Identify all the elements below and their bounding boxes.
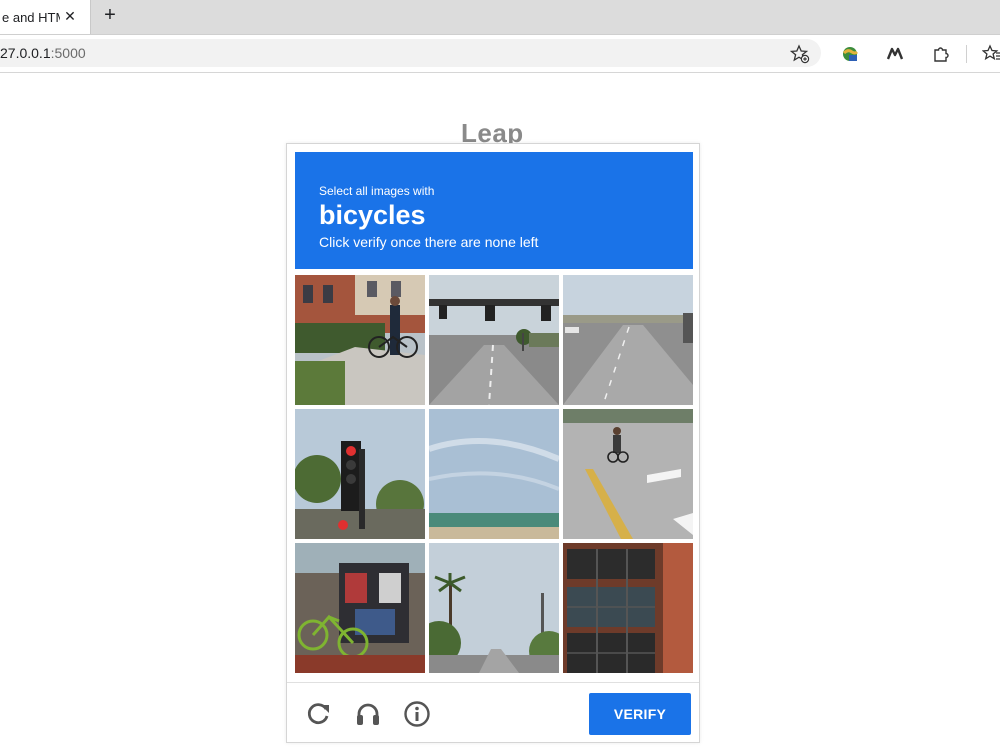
- extension-globe-icon[interactable]: [840, 44, 860, 64]
- address-bar[interactable]: 27.0.0.1:5000: [0, 39, 821, 67]
- captcha-challenge: Select all images with bicycles Click ve…: [286, 143, 700, 743]
- audio-challenge-icon[interactable]: [353, 699, 383, 729]
- address-host: 27.0.0.1: [0, 45, 51, 61]
- close-tab-icon[interactable]: ✕: [62, 8, 78, 24]
- captcha-tile-1[interactable]: [295, 275, 425, 405]
- new-tab-button[interactable]: +: [100, 5, 120, 26]
- captcha-tile-4[interactable]: [295, 409, 425, 539]
- captcha-prompt: Select all images with: [319, 184, 435, 198]
- captcha-tile-6[interactable]: [563, 409, 693, 539]
- captcha-image-grid: [295, 275, 695, 675]
- captcha-header: Select all images with bicycles Click ve…: [295, 152, 693, 269]
- reload-icon[interactable]: [303, 699, 333, 729]
- captcha-instruction: Click verify once there are none left: [319, 234, 539, 250]
- browser-toolbar: 27.0.0.1:5000: [0, 35, 1000, 73]
- verify-button[interactable]: VERIFY: [589, 693, 691, 735]
- browser-tab[interactable]: e and HTML ✕: [0, 0, 91, 34]
- captcha-tile-7[interactable]: [295, 543, 425, 673]
- captcha-target: bicycles: [319, 200, 426, 230]
- address-text: 27.0.0.1:5000: [0, 45, 86, 61]
- tab-title: e and HTML: [2, 9, 60, 25]
- extensions-puzzle-icon[interactable]: [931, 44, 951, 64]
- info-icon[interactable]: [402, 699, 432, 729]
- toolbar-divider: [966, 45, 967, 63]
- captcha-tile-5[interactable]: [429, 409, 559, 539]
- captcha-tile-2[interactable]: [429, 275, 559, 405]
- add-favorite-icon[interactable]: [790, 44, 810, 64]
- captcha-tile-9[interactable]: [563, 543, 693, 673]
- extension-m-icon[interactable]: [885, 44, 905, 64]
- captcha-tile-3[interactable]: [563, 275, 693, 405]
- favorites-icon[interactable]: [982, 44, 1000, 64]
- tab-strip: e and HTML ✕ +: [0, 0, 1000, 35]
- address-port: :5000: [50, 45, 86, 61]
- captcha-tile-8[interactable]: [429, 543, 559, 673]
- captcha-footer: VERIFY: [287, 682, 699, 743]
